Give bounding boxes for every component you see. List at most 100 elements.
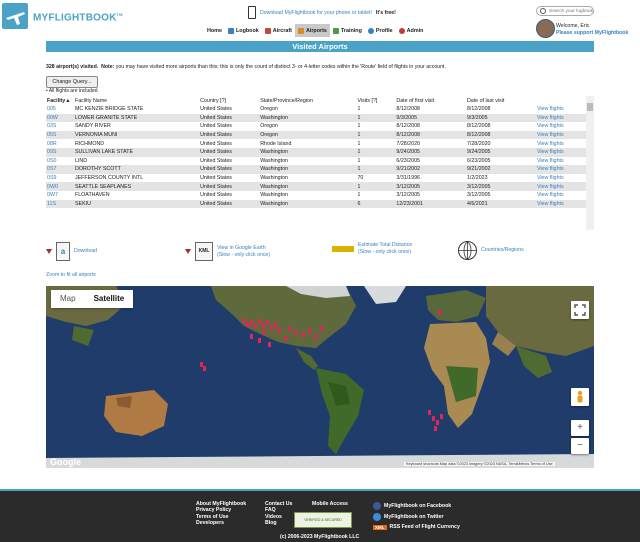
airports-icon — [297, 27, 304, 34]
map-attribution[interactable]: Keyboard shortcuts Map data ©2023 Imager… — [404, 462, 555, 466]
tab-map[interactable]: Map — [51, 290, 85, 308]
cell-facility-name: MC KENZIE BRIDGE STATE — [75, 106, 144, 113]
download-link[interactable]: Download — [74, 248, 97, 255]
cell-facility-code[interactable]: 05S — [46, 130, 74, 140]
copyright: (c) 2006-2023 MyFlightbook LLC — [280, 534, 360, 540]
nav-logbook[interactable]: Logbook — [225, 24, 262, 37]
nav-training[interactable]: Training — [330, 24, 365, 37]
nav-admin-label: Admin — [406, 27, 424, 34]
cell-country: United States — [200, 140, 232, 147]
table-scrollbar[interactable] — [586, 96, 594, 230]
cell-facility-code[interactable]: 11S — [46, 199, 74, 209]
cell-facility-code[interactable]: 0W0 — [46, 182, 74, 191]
estimate-distance-action[interactable]: Estimate Total Distance (Slow - only clic… — [332, 242, 412, 256]
support-link[interactable]: Please support MyFlightbook — [556, 30, 628, 37]
nav-profile[interactable]: Profile — [365, 24, 396, 37]
cell-facility-name: SEATTLE SEAPLANES — [74, 182, 200, 191]
search-placeholder: Search your logbook — [549, 8, 593, 14]
cell-view-flights-link[interactable]: View flights — [535, 182, 587, 191]
estimate-distance-link[interactable]: Estimate Total Distance (Slow - only clic… — [358, 242, 412, 256]
cell-facility-code[interactable]: 00W — [46, 113, 74, 123]
cell-visits: 1 — [357, 157, 361, 164]
cell-view-flights-link[interactable]: View flights — [535, 147, 587, 157]
brand-logo[interactable]: MYFLIGHTBOOKTM — [33, 12, 123, 23]
zoom-in-button[interactable]: + — [571, 420, 589, 436]
fullscreen-button[interactable] — [571, 301, 589, 319]
countries-action[interactable]: Countries/Regions — [458, 241, 524, 260]
cell-facility-code[interactable]: 0S7 — [46, 165, 74, 174]
cell-facility-code[interactable]: 0S9 — [46, 174, 74, 183]
search-input[interactable]: Search your logbook — [536, 6, 594, 16]
cell-first-visit: 3/12/2005 — [395, 182, 466, 191]
countries-link[interactable]: Countries/Regions — [481, 247, 524, 254]
cell-view-flights-link[interactable]: View flights — [536, 174, 587, 183]
cell-facility-code[interactable]: 0W7 — [46, 191, 74, 200]
table-header-col-name[interactable]: Facility Name — [74, 96, 199, 105]
cell-view-flights-link[interactable]: View flights — [535, 113, 587, 123]
cell-first-visit: 8/12/2008 — [395, 130, 466, 140]
nav-home[interactable]: Home — [204, 24, 225, 37]
cell-facility-code[interactable]: 03S — [46, 122, 74, 131]
cell-state: Washington — [259, 199, 357, 209]
change-query-button[interactable]: Change Query... — [46, 76, 98, 88]
cell-visits: 6 — [356, 199, 396, 209]
cell-view-flights-link[interactable]: View flights — [536, 122, 587, 131]
zoom-out-button[interactable]: − — [571, 438, 589, 454]
footer-blog-link[interactable]: Blog — [265, 520, 292, 526]
tab-satellite[interactable]: Satellite — [85, 290, 134, 308]
main-nav: Home Logbook Aircraft Airports Training … — [204, 24, 426, 37]
table-header-col-action — [536, 96, 587, 105]
table-row: 0S7 DOROTHY SCOTT United States Washington 1… — [46, 165, 587, 174]
cell-last-visit: 9/21/2002 — [465, 165, 536, 174]
rss-link[interactable]: XML RSS Feed of Flight Currency — [373, 524, 460, 530]
zoom-to-fit-link[interactable]: Zoom to fit all airports — [46, 272, 96, 278]
twitter-link[interactable]: MyFlightbook on Twitter — [373, 513, 460, 521]
cell-visits: 1 — [357, 140, 361, 147]
download-action[interactable]: a Download — [46, 242, 97, 261]
cell-visits: 1 — [357, 192, 361, 199]
cell-last-visit: 6/23/2005 — [466, 157, 491, 164]
cell-facility-code[interactable]: 09S — [46, 147, 74, 157]
security-badge[interactable]: VERIFIED & SECURED — [294, 512, 352, 528]
cell-facility-name: SANDY RIVER — [75, 123, 111, 130]
table-header-col-country: Country [?] — [200, 97, 227, 104]
nav-admin[interactable]: Admin — [396, 24, 427, 37]
cell-country: United States — [199, 147, 260, 157]
download-arrow-icon — [46, 249, 52, 254]
cell-view-flights-link[interactable]: View flights — [535, 199, 587, 209]
cell-facility-code[interactable]: 0S0 — [46, 157, 74, 166]
street-view-button[interactable] — [571, 388, 589, 406]
cell-country: United States — [199, 182, 260, 191]
pegman-icon — [577, 390, 583, 403]
table-header-col-facility[interactable]: Facility▲ — [46, 96, 74, 105]
cell-facility-code[interactable]: 08R — [46, 139, 74, 148]
google-earth-link[interactable]: View in Google Earth (Slow - only click o… — [217, 245, 270, 259]
cell-facility-code[interactable]: 005 — [46, 105, 74, 114]
table-scroll-thumb[interactable] — [587, 103, 593, 111]
footer-mobile-link[interactable]: Mobile Access — [312, 501, 348, 507]
logo-icon[interactable] — [2, 3, 28, 29]
cell-view-flights-link[interactable]: View flights — [536, 105, 587, 114]
cell-country: United States — [199, 130, 260, 140]
nav-airports[interactable]: Airports — [294, 24, 330, 37]
footer-social: MyFlightbook on Facebook MyFlightbook on… — [373, 502, 460, 533]
cell-view-flights-link[interactable]: View flights — [536, 191, 587, 200]
cell-view-flights-link[interactable]: View flights — [536, 157, 587, 166]
nav-aircraft[interactable]: Aircraft — [262, 24, 295, 37]
app-promo-link[interactable]: Download MyFlightbook for your phone or … — [260, 10, 372, 16]
airports-map[interactable] — [46, 286, 594, 468]
google-earth-label: View in Google Earth — [217, 244, 266, 251]
avatar[interactable] — [536, 19, 555, 38]
nav-logbook-label: Logbook — [235, 27, 259, 34]
cell-view-flights-link[interactable]: View flights — [535, 165, 587, 174]
cell-last-visit: 3/12/2005 — [466, 192, 491, 199]
footer-developers-link[interactable]: Developers — [196, 520, 246, 526]
cell-view-flights-link[interactable]: View flights — [535, 130, 587, 140]
google-earth-action[interactable]: KML View in Google Earth (Slow - only cli… — [185, 242, 270, 261]
cell-view-flights-link[interactable]: View flights — [536, 139, 587, 148]
cell-last-visit: 9/3/2005 — [465, 113, 536, 123]
cell-visits: 1 — [357, 123, 361, 130]
cell-state: Washington — [259, 182, 357, 191]
facebook-link[interactable]: MyFlightbook on Facebook — [373, 502, 460, 510]
table-header-col-state: State/Province/Region — [260, 97, 313, 104]
